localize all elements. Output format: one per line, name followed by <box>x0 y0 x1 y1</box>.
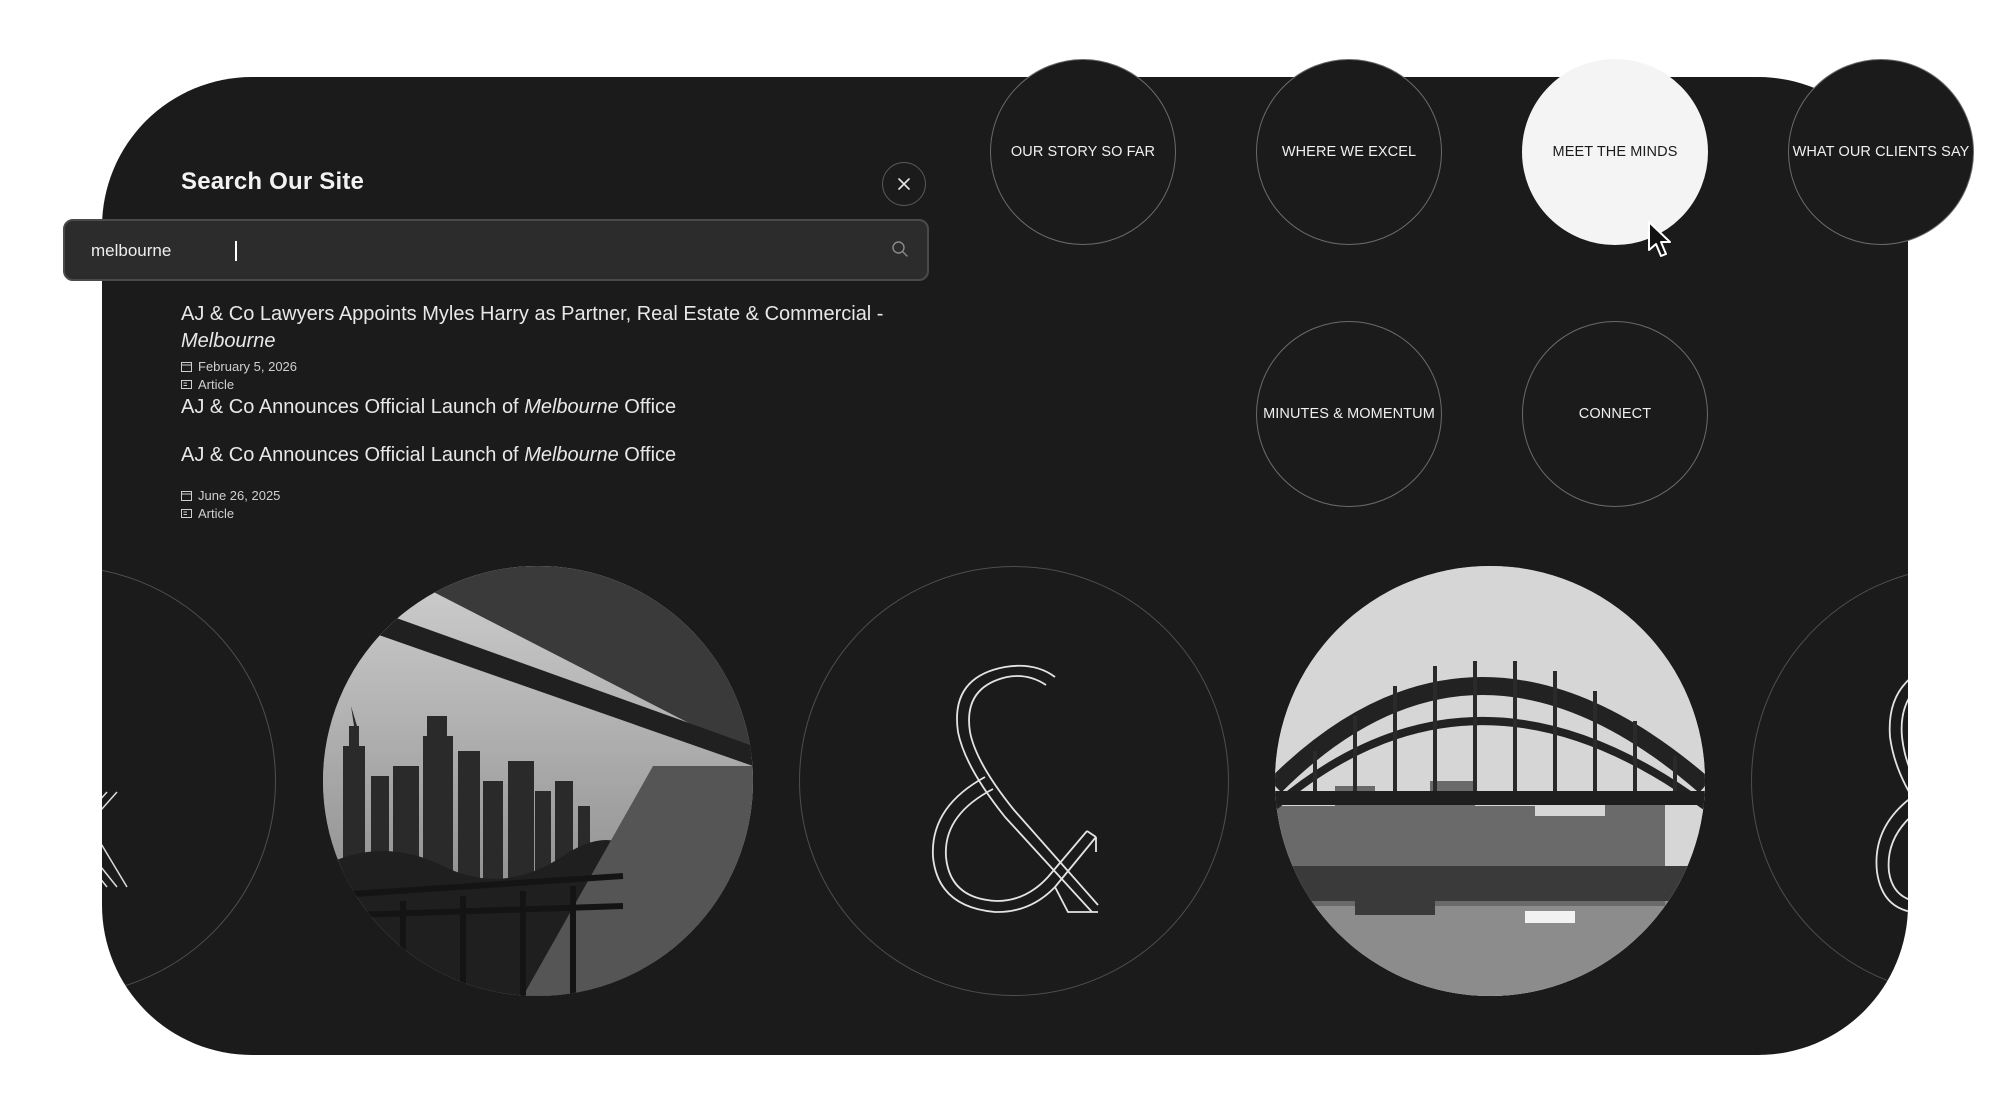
carousel-item-melbourne-photo[interactable] <box>323 566 753 996</box>
mouse-cursor-icon <box>1648 221 1671 257</box>
sydney-harbour-bridge-image <box>1275 566 1705 996</box>
melbourne-skyline-image <box>323 566 753 996</box>
carousel-item-ampersand[interactable] <box>799 566 1229 996</box>
ampersand-logo-icon <box>102 791 128 888</box>
carousel-item-ampersand-right[interactable] <box>1751 566 1908 996</box>
ampersand-logo-icon <box>1875 679 1908 912</box>
carousel <box>102 77 1908 1055</box>
ampersand-logo-icon <box>932 664 1099 913</box>
carousel-item-sydney-photo[interactable] <box>1275 566 1705 996</box>
carousel-item-ampersand-left[interactable] <box>102 566 276 996</box>
